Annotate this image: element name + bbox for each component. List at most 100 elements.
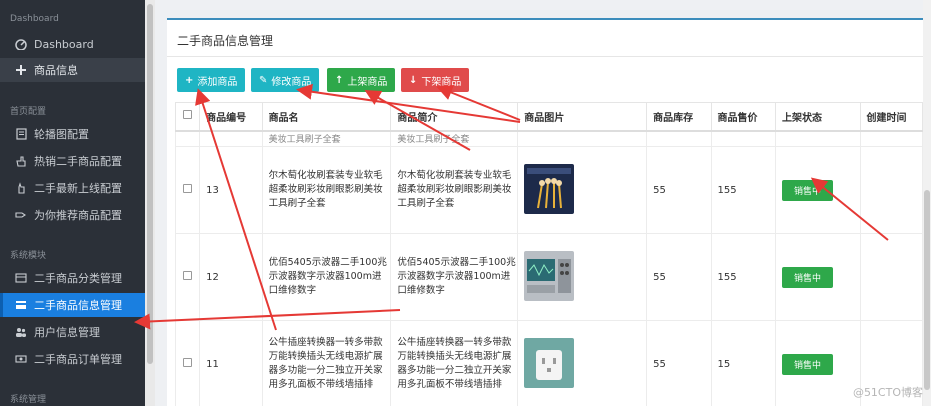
shelve-goods-button[interactable]: ↑ 上架商品 <box>327 68 396 92</box>
select-all-checkbox[interactable] <box>183 110 193 120</box>
sidebar-item-label: 轮播图配置 <box>34 128 89 141</box>
sidebar-item-label: Dashboard <box>34 37 94 51</box>
goods-table: 商品编号 商品名 商品简介 商品图片 商品库存 商品售价 上架状态 创建时间 美… <box>174 102 924 406</box>
goods-panel: 二手商品信息管理 + 添加商品 ✎ 修改商品 ↑ 上架商品 ↓ 下架商品 商品编… <box>167 18 931 406</box>
table-row[interactable]: 12 优佰5405示波器二手100兆示波器数字示波器100m进口维修数字 优佰5… <box>174 233 924 321</box>
list-icon <box>14 271 28 285</box>
status-badge: 销售中 <box>781 353 833 375</box>
sidebar-item-label: 热销二手商品配置 <box>34 155 122 168</box>
shelve-goods-label: 上架商品 <box>347 76 388 88</box>
select-all-cell <box>174 102 201 132</box>
sidebar: Dashboard Dashboard 商品信息 首页配置 轮播图配置 热销二手… <box>0 0 145 406</box>
plus-icon: + <box>185 74 194 86</box>
edit-icon: ✎ <box>259 74 268 86</box>
unshelve-goods-button[interactable]: ↓ 下架商品 <box>401 68 470 92</box>
col-header-created[interactable]: 创建时间 <box>859 102 924 132</box>
credit-card-icon <box>14 298 28 312</box>
cell-status: 销售中 <box>774 320 861 406</box>
cell-name: 尔木萄化妆刷套装专业软毛超柔妆刷彩妆刷眼影刷美妆工具刷子全套 <box>261 146 392 234</box>
users-icon <box>14 325 28 339</box>
sidebar-scroll-thumb[interactable] <box>147 4 153 364</box>
cell-stock: 55 <box>646 233 712 321</box>
sidebar-item-label: 用户信息管理 <box>34 326 100 339</box>
cell-intro: 美妆工具刷子全套 <box>390 130 519 147</box>
sidebar-scrollbar[interactable] <box>145 0 155 406</box>
sidebar-item-goods-info[interactable]: 商品信息 <box>0 58 145 82</box>
sidebar-item-label: 二手商品分类管理 <box>34 272 122 285</box>
product-image-oscilloscope[interactable] <box>524 250 575 301</box>
sidebar-item-recommend[interactable]: 为你推荐商品配置 <box>0 203 145 227</box>
cell-stock: 55 <box>646 320 712 406</box>
product-image-brushes[interactable] <box>524 163 575 214</box>
arrow-up-icon: ↑ <box>335 74 344 86</box>
cell-price: 15 <box>710 320 776 406</box>
cell-status: 销售中 <box>774 146 861 234</box>
hand-up-icon <box>14 181 28 195</box>
row-checkbox[interactable] <box>183 358 193 367</box>
unshelve-goods-label: 下架商品 <box>421 76 462 88</box>
main-content: 二手商品信息管理 + 添加商品 ✎ 修改商品 ↑ 上架商品 ↓ 下架商品 商品编… <box>155 0 931 406</box>
sidebar-item-label: 为你推荐商品配置 <box>34 209 122 222</box>
table-header-row: 商品编号 商品名 商品简介 商品图片 商品库存 商品售价 上架状态 创建时间 <box>174 102 924 132</box>
cell-created <box>859 146 924 234</box>
col-header-image[interactable]: 商品图片 <box>517 102 648 132</box>
sidebar-item-hot-goods[interactable]: 热销二手商品配置 <box>0 149 145 173</box>
col-header-name[interactable]: 商品名 <box>261 102 392 132</box>
cell-id: 12 <box>199 233 263 321</box>
cell-price: 155 <box>710 146 776 234</box>
sidebar-item-user-mgmt[interactable]: 用户信息管理 <box>0 320 145 344</box>
sidebar-item-dashboard[interactable]: Dashboard <box>0 32 145 56</box>
edit-goods-label: 修改商品 <box>271 76 312 88</box>
cell-image <box>517 233 648 321</box>
hand-right-icon <box>14 208 28 222</box>
product-image-power-strip[interactable] <box>524 337 575 388</box>
cell-id: 11 <box>199 320 263 406</box>
cell-stock: 55 <box>646 146 712 234</box>
cell-name: 公牛插座转换器一转多带款万能转换插头无线电源扩展器多功能一分二独立开关家用多孔面… <box>261 320 392 406</box>
main-scroll-thumb[interactable] <box>924 190 930 390</box>
table-row[interactable]: 13 尔木萄化妆刷套装专业软毛超柔妆刷彩妆刷眼影刷美妆工具刷子全套 尔木萄化妆刷… <box>174 146 924 234</box>
add-goods-label: 添加商品 <box>197 76 238 88</box>
arrow-down-icon: ↓ <box>409 74 418 86</box>
cell-intro: 优佰5405示波器二手100兆示波器数字示波器100m进口维修数字 <box>390 233 519 321</box>
sidebar-section-system: 系统管理 <box>10 395 47 405</box>
sidebar-item-label: 二手商品信息管理 <box>34 299 122 312</box>
document-icon <box>14 127 28 141</box>
watermark: @51CTO博客 <box>852 386 923 399</box>
app-root: Dashboard Dashboard 商品信息 首页配置 轮播图配置 热销二手… <box>0 0 931 406</box>
row-checkbox[interactable] <box>183 184 193 193</box>
sidebar-section-home: 首页配置 <box>10 107 47 117</box>
cell-intro: 尔木萄化妆刷套装专业软毛超柔妆刷彩妆刷眼影刷美妆工具刷子全套 <box>390 146 519 234</box>
table-row[interactable]: 11 公牛插座转换器一转多带款万能转换插头无线电源扩展器多功能一分二独立开关家用… <box>174 320 924 406</box>
cell-image <box>517 146 648 234</box>
status-badge: 销售中 <box>781 266 833 288</box>
cell-intro: 公牛插座转换器一转多带款万能转换插头无线电源扩展器多功能一分二独立开关家用多孔面… <box>390 320 519 406</box>
sidebar-section-dashboard: Dashboard <box>10 14 59 24</box>
sidebar-item-goods-mgmt[interactable]: 二手商品信息管理 <box>0 293 145 317</box>
edit-goods-button[interactable]: ✎ 修改商品 <box>251 68 320 92</box>
money-icon <box>14 352 28 366</box>
table-row[interactable]: 美妆工具刷子全套 美妆工具刷子全套 <box>174 130 924 147</box>
cell-name: 优佰5405示波器二手100兆示波器数字示波器100m进口维修数字 <box>261 233 392 321</box>
sidebar-item-category-mgmt[interactable]: 二手商品分类管理 <box>0 266 145 290</box>
col-header-price[interactable]: 商品售价 <box>710 102 776 132</box>
sidebar-item-order-mgmt[interactable]: 二手商品订单管理 <box>0 347 145 371</box>
sidebar-section-modules: 系统模块 <box>10 251 47 261</box>
dashboard-icon <box>14 37 28 51</box>
col-header-stock[interactable]: 商品库存 <box>646 102 712 132</box>
cell-id: 13 <box>199 146 263 234</box>
sidebar-item-carousel[interactable]: 轮播图配置 <box>0 122 145 146</box>
plus-icon <box>14 63 28 77</box>
col-header-intro[interactable]: 商品简介 <box>390 102 519 132</box>
row-checkbox[interactable] <box>183 271 193 280</box>
add-goods-button[interactable]: + 添加商品 <box>177 68 246 92</box>
cell-name: 美妆工具刷子全套 <box>261 130 392 147</box>
col-header-id[interactable]: 商品编号 <box>199 102 263 132</box>
main-scrollbar[interactable] <box>923 0 931 406</box>
sidebar-item-new-goods[interactable]: 二手最新上线配置 <box>0 176 145 200</box>
cell-status: 销售中 <box>774 233 861 321</box>
col-header-status[interactable]: 上架状态 <box>774 102 861 132</box>
hand-icon <box>14 154 28 168</box>
sidebar-item-label: 二手商品订单管理 <box>34 353 122 366</box>
status-badge: 销售中 <box>781 179 833 201</box>
